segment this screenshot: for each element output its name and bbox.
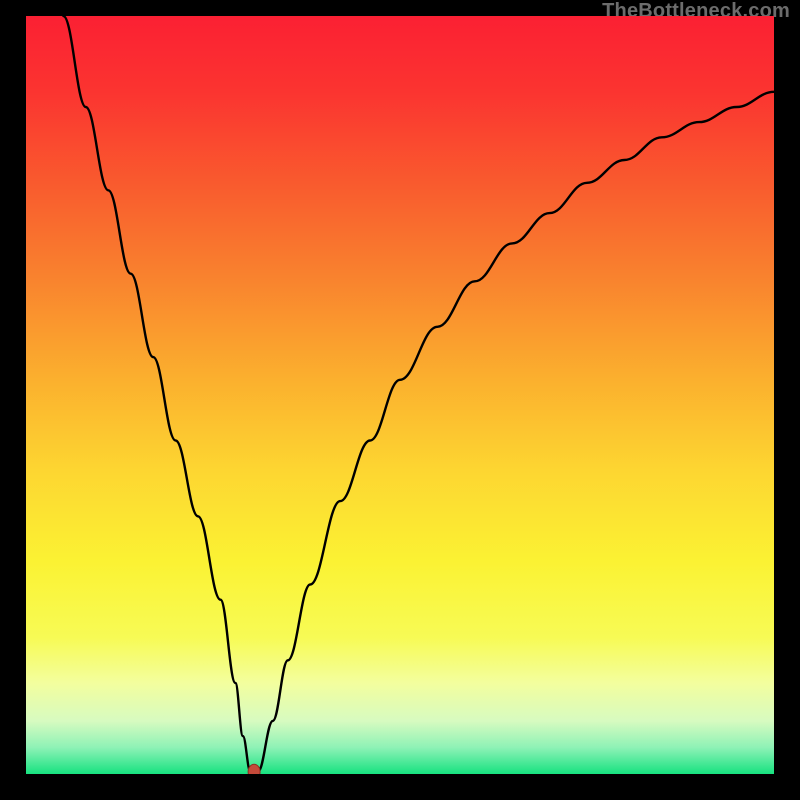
chart-frame: TheBottleneck.com <box>0 0 800 800</box>
bottleneck-chart <box>26 16 774 774</box>
minimum-marker <box>248 764 260 774</box>
chart-background <box>26 16 774 774</box>
